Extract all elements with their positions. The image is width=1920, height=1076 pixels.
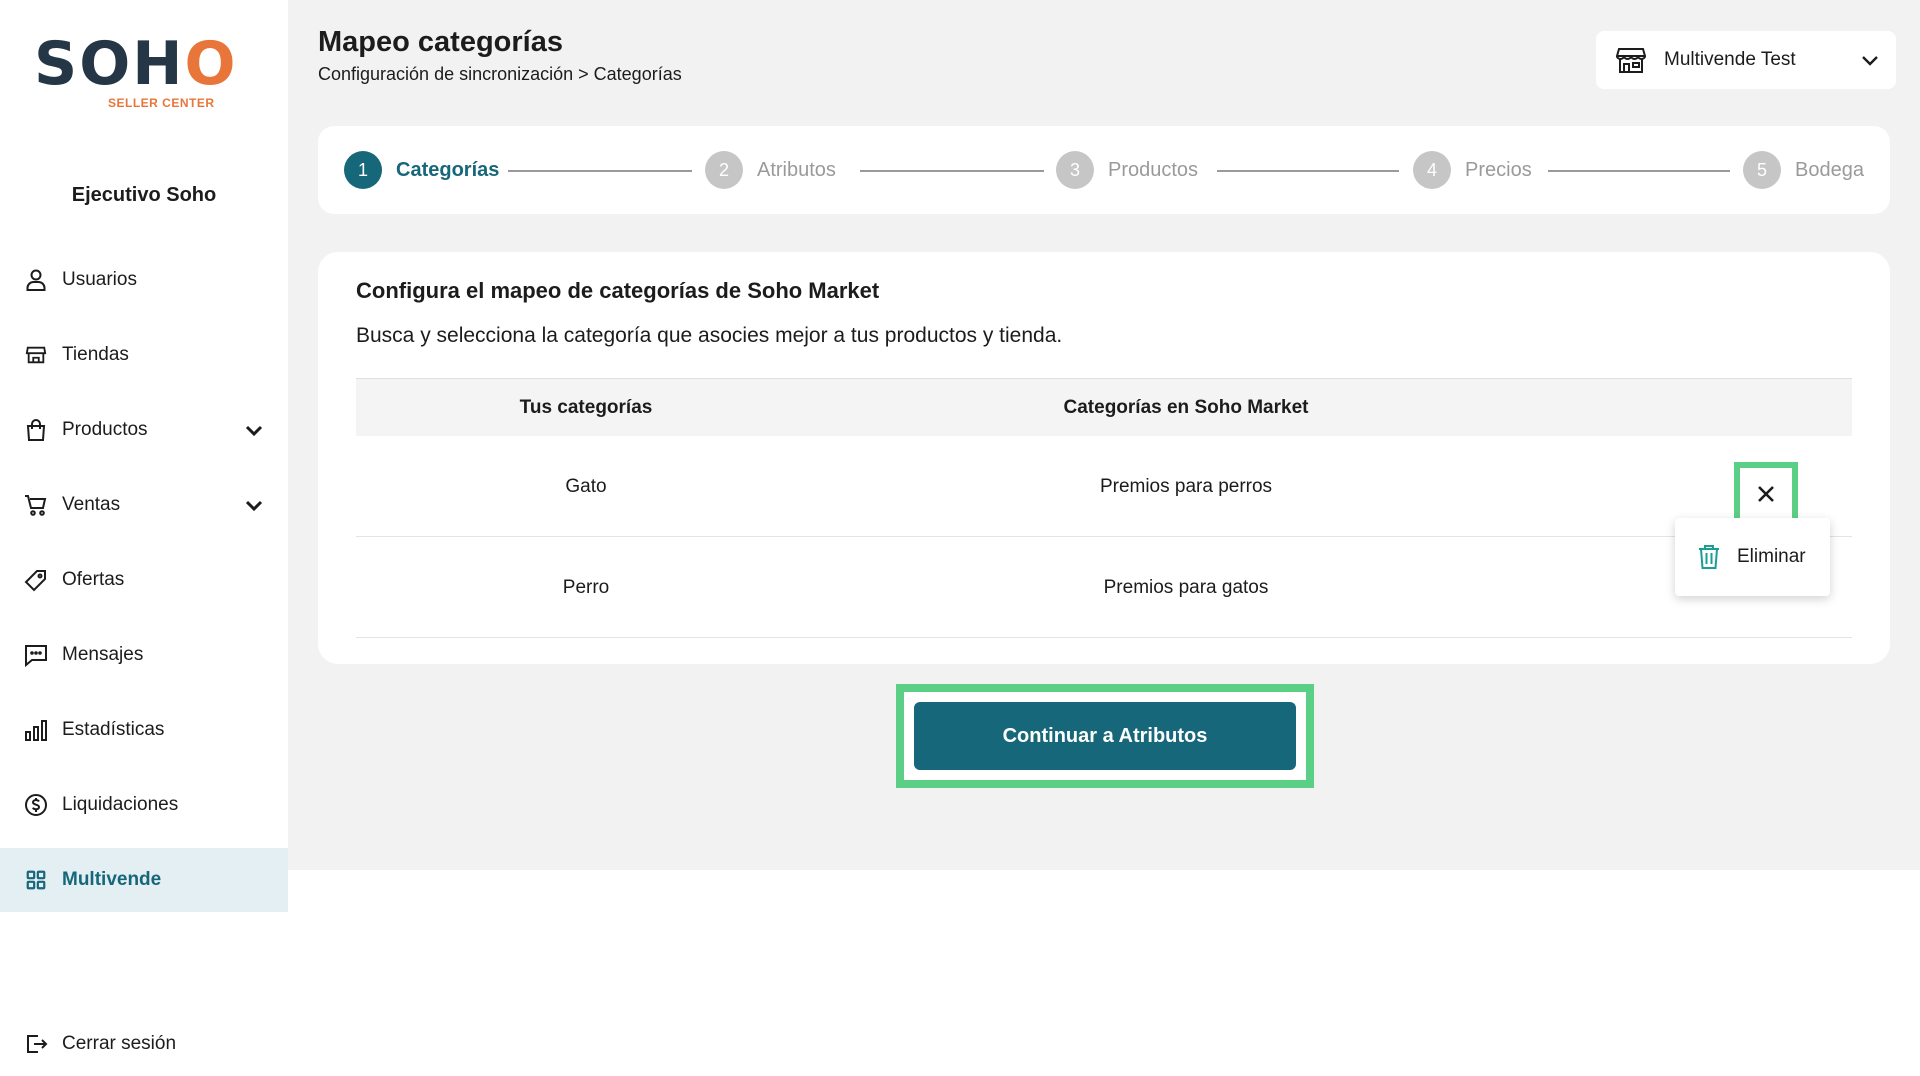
table-row: Perro Premios para gatos: [356, 537, 1852, 638]
close-icon: [1758, 486, 1774, 502]
chevron-down-icon: [245, 500, 263, 512]
step-categorias[interactable]: 1 Categorías: [344, 150, 499, 190]
step-label: Precios: [1465, 158, 1532, 181]
column-header: Tus categorías: [519, 397, 653, 418]
soho-category-cell: Premios para gatos: [1103, 576, 1269, 598]
sidebar-item-label: Ofertas: [62, 569, 125, 590]
category-mapping-card: Configura el mapeo de categorías de Soho…: [318, 252, 1890, 664]
step-label: Atributos: [757, 158, 836, 181]
tag-icon: [24, 568, 48, 592]
sidebar-item-tiendas[interactable]: Tiendas: [0, 323, 288, 387]
logo-text: SOHO: [34, 29, 238, 99]
step-number: 4: [1413, 151, 1451, 189]
step-connector: [860, 170, 1044, 172]
step-connector: [508, 170, 692, 172]
grid-icon: [24, 868, 48, 892]
soho-category-cell: Premios para perros: [1099, 475, 1273, 497]
store-icon: [24, 343, 48, 367]
step-label: Bodega: [1795, 158, 1864, 181]
user-name: Ejecutivo Soho: [71, 184, 217, 206]
step-precios[interactable]: 4 Precios: [1413, 150, 1532, 190]
store-select-value: Multivende Test: [1664, 49, 1796, 70]
message-icon: [24, 643, 48, 667]
store-select[interactable]: Multivende Test: [1596, 31, 1896, 89]
delete-label: Eliminar: [1737, 546, 1806, 567]
trash-icon: [1699, 545, 1719, 569]
sidebar-item-label: Productos: [62, 419, 148, 440]
step-connector: [1217, 170, 1399, 172]
chevron-down-icon: [1862, 56, 1878, 66]
logout-button[interactable]: Cerrar sesión: [0, 1012, 288, 1076]
step-number: 1: [344, 151, 382, 189]
chevron-down-icon: [245, 425, 263, 437]
sidebar-item-label: Multivende: [62, 869, 162, 890]
sidebar-item-ventas[interactable]: Ventas: [0, 473, 288, 537]
dollar-icon: [24, 793, 48, 817]
delete-menu-item[interactable]: Eliminar: [1675, 518, 1830, 596]
step-productos[interactable]: 3 Productos: [1056, 150, 1198, 190]
bag-icon: [24, 418, 48, 442]
stepper: 1 Categorías 2 Atributos 3 Productos 4 P…: [318, 126, 1890, 214]
step-label: Productos: [1108, 158, 1199, 181]
sidebar-item-multivende[interactable]: Multivende: [0, 848, 288, 912]
mapping-table: Tus categorías Categorías en Soho Market…: [356, 378, 1852, 638]
close-button[interactable]: [1734, 462, 1798, 526]
sidebar-item-label: Usuarios: [62, 269, 137, 290]
card-title: Configura el mapeo de categorías de Soho…: [356, 278, 880, 303]
logout-icon: [24, 1032, 48, 1056]
bar-chart-icon: [24, 718, 48, 742]
sidebar-item-ofertas[interactable]: Ofertas: [0, 548, 288, 612]
step-number: 2: [705, 151, 743, 189]
step-number: 5: [1743, 151, 1781, 189]
sidebar-item-label: Ventas: [62, 494, 121, 515]
step-bodega[interactable]: 5 Bodega: [1743, 150, 1864, 190]
sidebar-item-label: Liquidaciones: [62, 794, 179, 815]
step-label: Categorías: [396, 158, 500, 181]
your-category-cell: Gato: [565, 475, 607, 497]
card-subtitle: Busca y selecciona la categoría que asoc…: [356, 324, 1063, 347]
sidebar-nav: Usuarios Tiendas Productos Ventas Oferta…: [0, 248, 288, 923]
step-number: 3: [1056, 151, 1094, 189]
shop-icon: [1616, 48, 1646, 73]
sidebar-item-usuarios[interactable]: Usuarios: [0, 248, 288, 312]
sidebar-item-estadisticas[interactable]: Estadísticas: [0, 698, 288, 762]
step-connector: [1548, 170, 1730, 172]
step-atributos[interactable]: 2 Atributos: [705, 150, 836, 190]
sidebar-item-label: Estadísticas: [62, 719, 165, 740]
continue-highlight: Continuar a Atributos: [896, 684, 1314, 788]
cart-icon: [24, 493, 48, 517]
sidebar-item-liquidaciones[interactable]: Liquidaciones: [0, 773, 288, 837]
logout-label: Cerrar sesión: [62, 1033, 177, 1054]
sidebar-item-productos[interactable]: Productos: [0, 398, 288, 462]
sidebar: SOHO SELLER CENTER Ejecutivo Soho Usuari…: [0, 0, 288, 1076]
column-header: Categorías en Soho Market: [1063, 397, 1309, 418]
page-title: Mapeo categorías: [318, 26, 563, 58]
continue-button[interactable]: Continuar a Atributos: [914, 702, 1296, 770]
sidebar-item-mensajes[interactable]: Mensajes: [0, 623, 288, 687]
table-header: Tus categorías Categorías en Soho Market: [356, 378, 1852, 436]
soho-logo: SOHO SELLER CENTER: [34, 29, 238, 114]
user-icon: [24, 268, 48, 292]
breadcrumb: Configuración de sincronización > Catego…: [318, 64, 682, 84]
main-content: Mapeo categorías Configuración de sincro…: [288, 0, 1920, 870]
logo-subtitle: SELLER CENTER: [108, 96, 215, 110]
table-row: Gato Premios para perros: [356, 436, 1852, 537]
sidebar-item-label: Tiendas: [62, 344, 129, 365]
your-category-cell: Perro: [562, 576, 610, 598]
sidebar-item-label: Mensajes: [62, 644, 144, 665]
